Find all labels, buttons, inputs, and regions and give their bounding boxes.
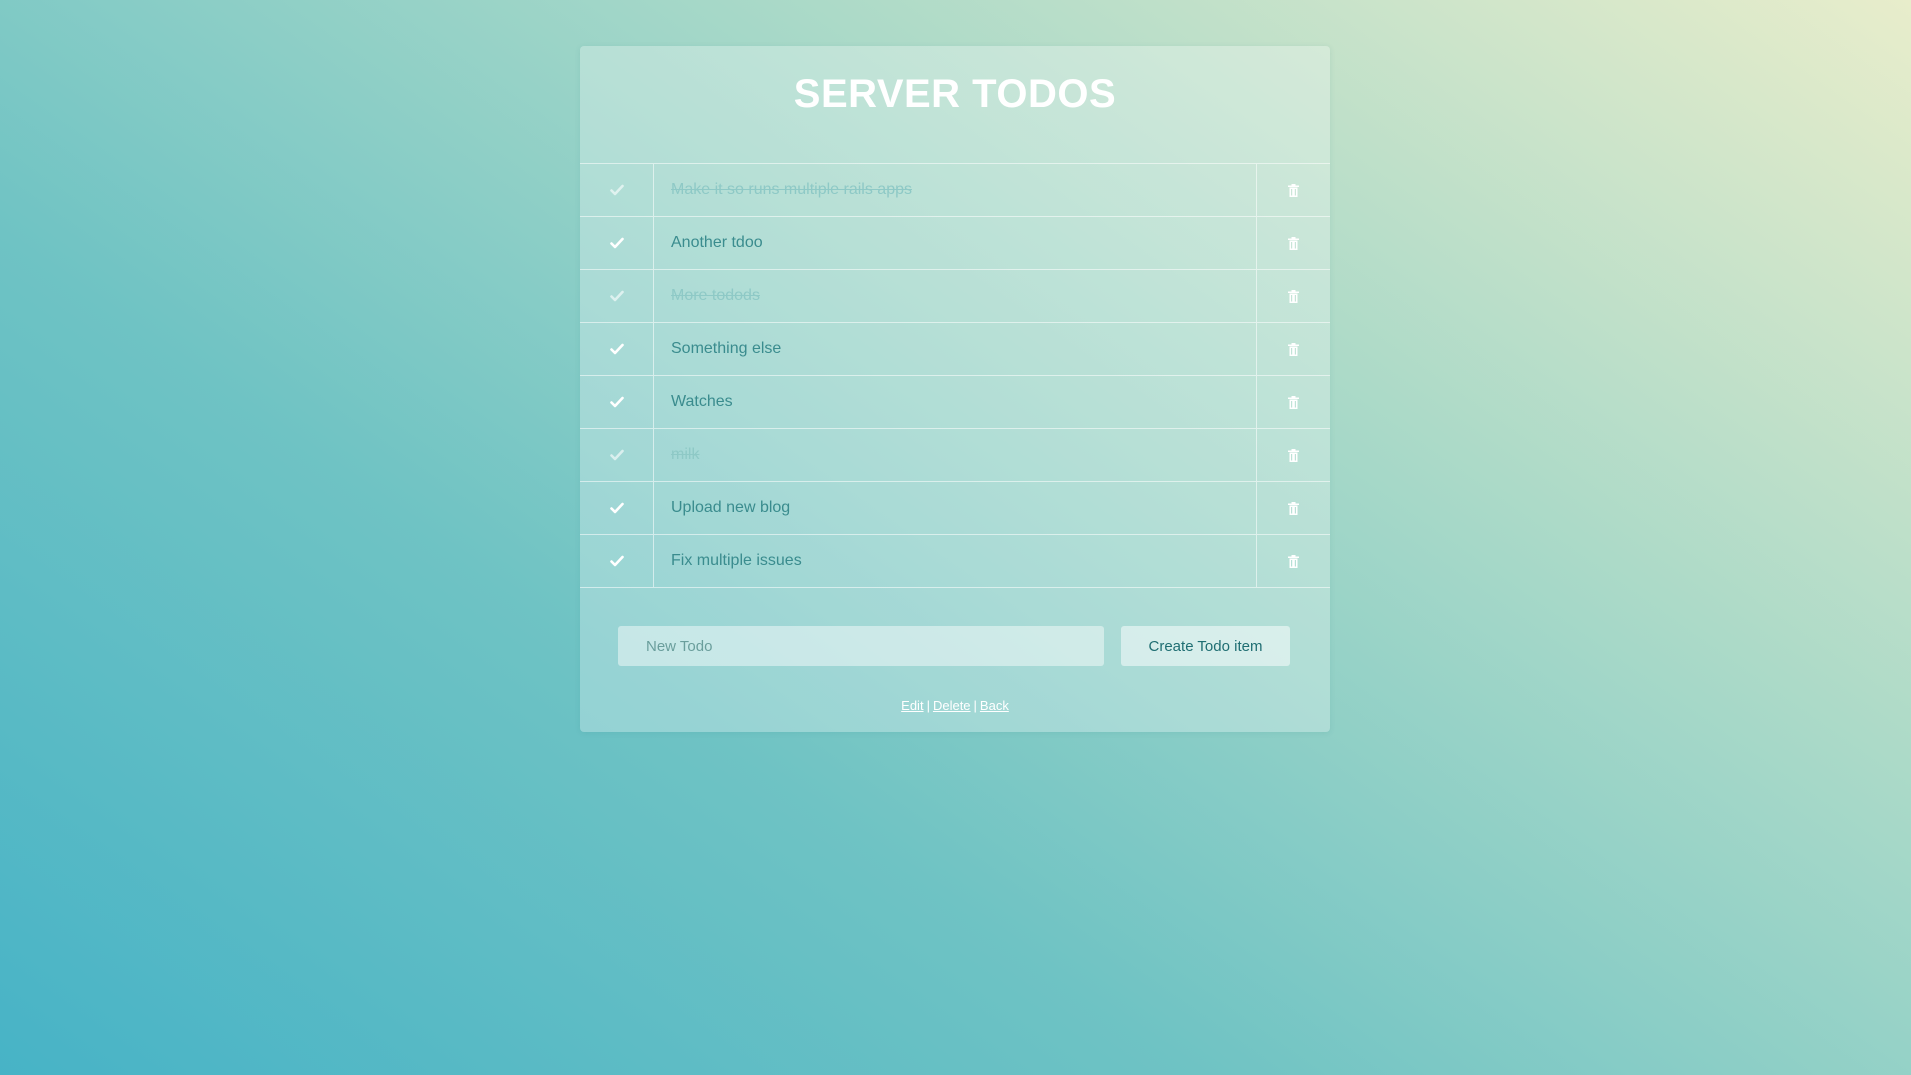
check-icon [609, 343, 624, 355]
todo-row: Watches [580, 376, 1330, 429]
page-title: SERVER TODOS [793, 72, 1117, 116]
trash-icon [1288, 183, 1299, 197]
new-todo-input[interactable] [618, 626, 1104, 666]
delete-todo-button[interactable] [1256, 535, 1330, 587]
check-icon [609, 502, 624, 514]
todo-row: Make it so runs multiple rails apps [580, 164, 1330, 217]
back-link[interactable]: Back [980, 698, 1009, 713]
delete-todo-button[interactable] [1256, 217, 1330, 269]
todo-row: Another tdoo [580, 217, 1330, 270]
todo-text[interactable]: Another tdoo [654, 217, 1256, 269]
todo-text[interactable]: More todods [654, 270, 1256, 322]
toggle-done-button[interactable] [580, 270, 654, 322]
toggle-done-button[interactable] [580, 164, 654, 216]
check-icon [609, 290, 624, 302]
todo-list: Make it so runs multiple rails apps Anot… [580, 163, 1330, 588]
todo-row: milk [580, 429, 1330, 482]
toggle-done-button[interactable] [580, 376, 654, 428]
toggle-done-button[interactable] [580, 217, 654, 269]
todo-row: Upload new blog [580, 482, 1330, 535]
todo-row: Something else [580, 323, 1330, 376]
todo-text[interactable]: Make it so runs multiple rails apps [654, 164, 1256, 216]
trash-icon [1288, 501, 1299, 515]
trash-icon [1288, 289, 1299, 303]
todo-row: Fix multiple issues [580, 535, 1330, 588]
check-icon [609, 555, 624, 567]
link-separator: | [926, 698, 930, 713]
link-separator: | [973, 698, 977, 713]
todo-row: More todods [580, 270, 1330, 323]
delete-todo-button[interactable] [1256, 429, 1330, 481]
toggle-done-button[interactable] [580, 429, 654, 481]
trash-icon [1288, 448, 1299, 462]
create-todo-button[interactable]: Create Todo item [1121, 626, 1290, 666]
todo-text[interactable]: milk [654, 429, 1256, 481]
trash-icon [1288, 236, 1299, 250]
delete-todo-button[interactable] [1256, 164, 1330, 216]
delete-todo-button[interactable] [1256, 323, 1330, 375]
trash-icon [1288, 395, 1299, 409]
delete-todo-button[interactable] [1256, 376, 1330, 428]
todo-card: SERVER TODOS Make it so runs multiple ra… [580, 46, 1330, 732]
delete-todo-button[interactable] [1256, 270, 1330, 322]
delete-link[interactable]: Delete [933, 698, 971, 713]
todo-text[interactable]: Watches [654, 376, 1256, 428]
todo-text[interactable]: Fix multiple issues [654, 535, 1256, 587]
todo-text[interactable]: Something else [654, 323, 1256, 375]
edit-link[interactable]: Edit [901, 698, 923, 713]
delete-todo-button[interactable] [1256, 482, 1330, 534]
trash-icon [1288, 342, 1299, 356]
check-icon [609, 237, 624, 249]
toggle-done-button[interactable] [580, 482, 654, 534]
footer-links: Edit | Delete | Back [580, 698, 1330, 713]
toggle-done-button[interactable] [580, 535, 654, 587]
trash-icon [1288, 554, 1299, 568]
check-icon [609, 184, 624, 196]
check-icon [609, 449, 624, 461]
toggle-done-button[interactable] [580, 323, 654, 375]
check-icon [609, 396, 624, 408]
todo-text[interactable]: Upload new blog [654, 482, 1256, 534]
